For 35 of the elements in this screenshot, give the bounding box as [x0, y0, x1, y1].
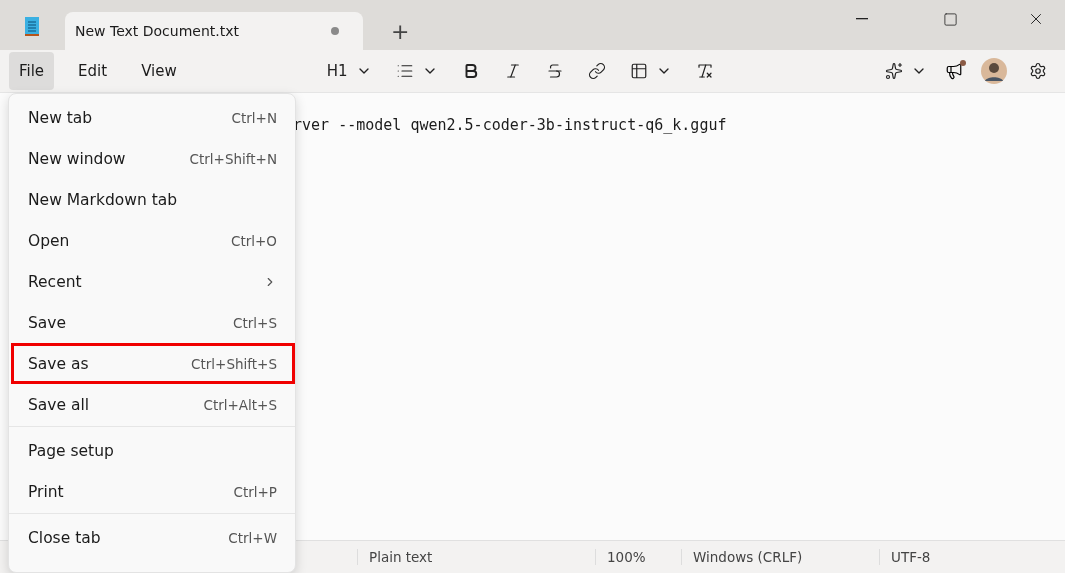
status-item: 100%: [595, 549, 681, 565]
settings-icon: [1029, 62, 1047, 80]
menu-item[interactable]: Print Ctrl+P: [11, 471, 295, 512]
table-icon: [629, 62, 648, 80]
menu-item[interactable]: New Markdown tab: [11, 179, 295, 220]
status-item: UTF-8: [879, 549, 999, 565]
menu-item[interactable]: Save all Ctrl+Alt+S: [11, 384, 295, 425]
editor-text: rver --model qwen2.5-coder-3b-instruct-q6_k.gguf: [293, 116, 727, 134]
menu-item[interactable]: Close tab Ctrl+W: [11, 517, 295, 558]
menu-bar-item[interactable]: View: [131, 52, 187, 90]
heading-dropdown[interactable]: H1: [320, 58, 378, 84]
link-icon: [587, 62, 606, 80]
clear-formatting-icon: [695, 62, 714, 80]
menu-item[interactable]: Save Ctrl+S: [11, 302, 295, 343]
menu-item[interactable]: New window Ctrl+Shift+N: [11, 138, 295, 179]
minimize-icon: [856, 18, 868, 20]
status-item: Plain text: [357, 549, 595, 565]
maximize-icon: [942, 11, 958, 27]
list-icon: [395, 62, 414, 80]
menu-item[interactable]: Recent: [11, 261, 295, 302]
new-tab-button[interactable]: +: [385, 19, 416, 44]
avatar-icon[interactable]: [981, 58, 1007, 84]
menu-item[interactable]: Open Ctrl+O: [11, 220, 295, 261]
status-item: Windows (CRLF): [681, 549, 879, 565]
menu-item[interactable]: New tab Ctrl+N: [11, 97, 295, 138]
menu-bar-item[interactable]: Edit: [68, 52, 118, 90]
menu-item[interactable]: Save as Ctrl+Shift+S: [11, 343, 295, 384]
sparkle-icon: [885, 62, 903, 80]
notepad-icon: [23, 15, 41, 37]
menu-bar-item[interactable]: File: [9, 52, 55, 90]
menu-item[interactable]: Page setup: [11, 430, 295, 471]
megaphone-button[interactable]: [945, 62, 963, 80]
document-tab[interactable]: New Text Document.txt: [65, 12, 363, 50]
megaphone-icon: [945, 62, 963, 80]
tab-title: New Text Document.txt: [75, 23, 240, 39]
